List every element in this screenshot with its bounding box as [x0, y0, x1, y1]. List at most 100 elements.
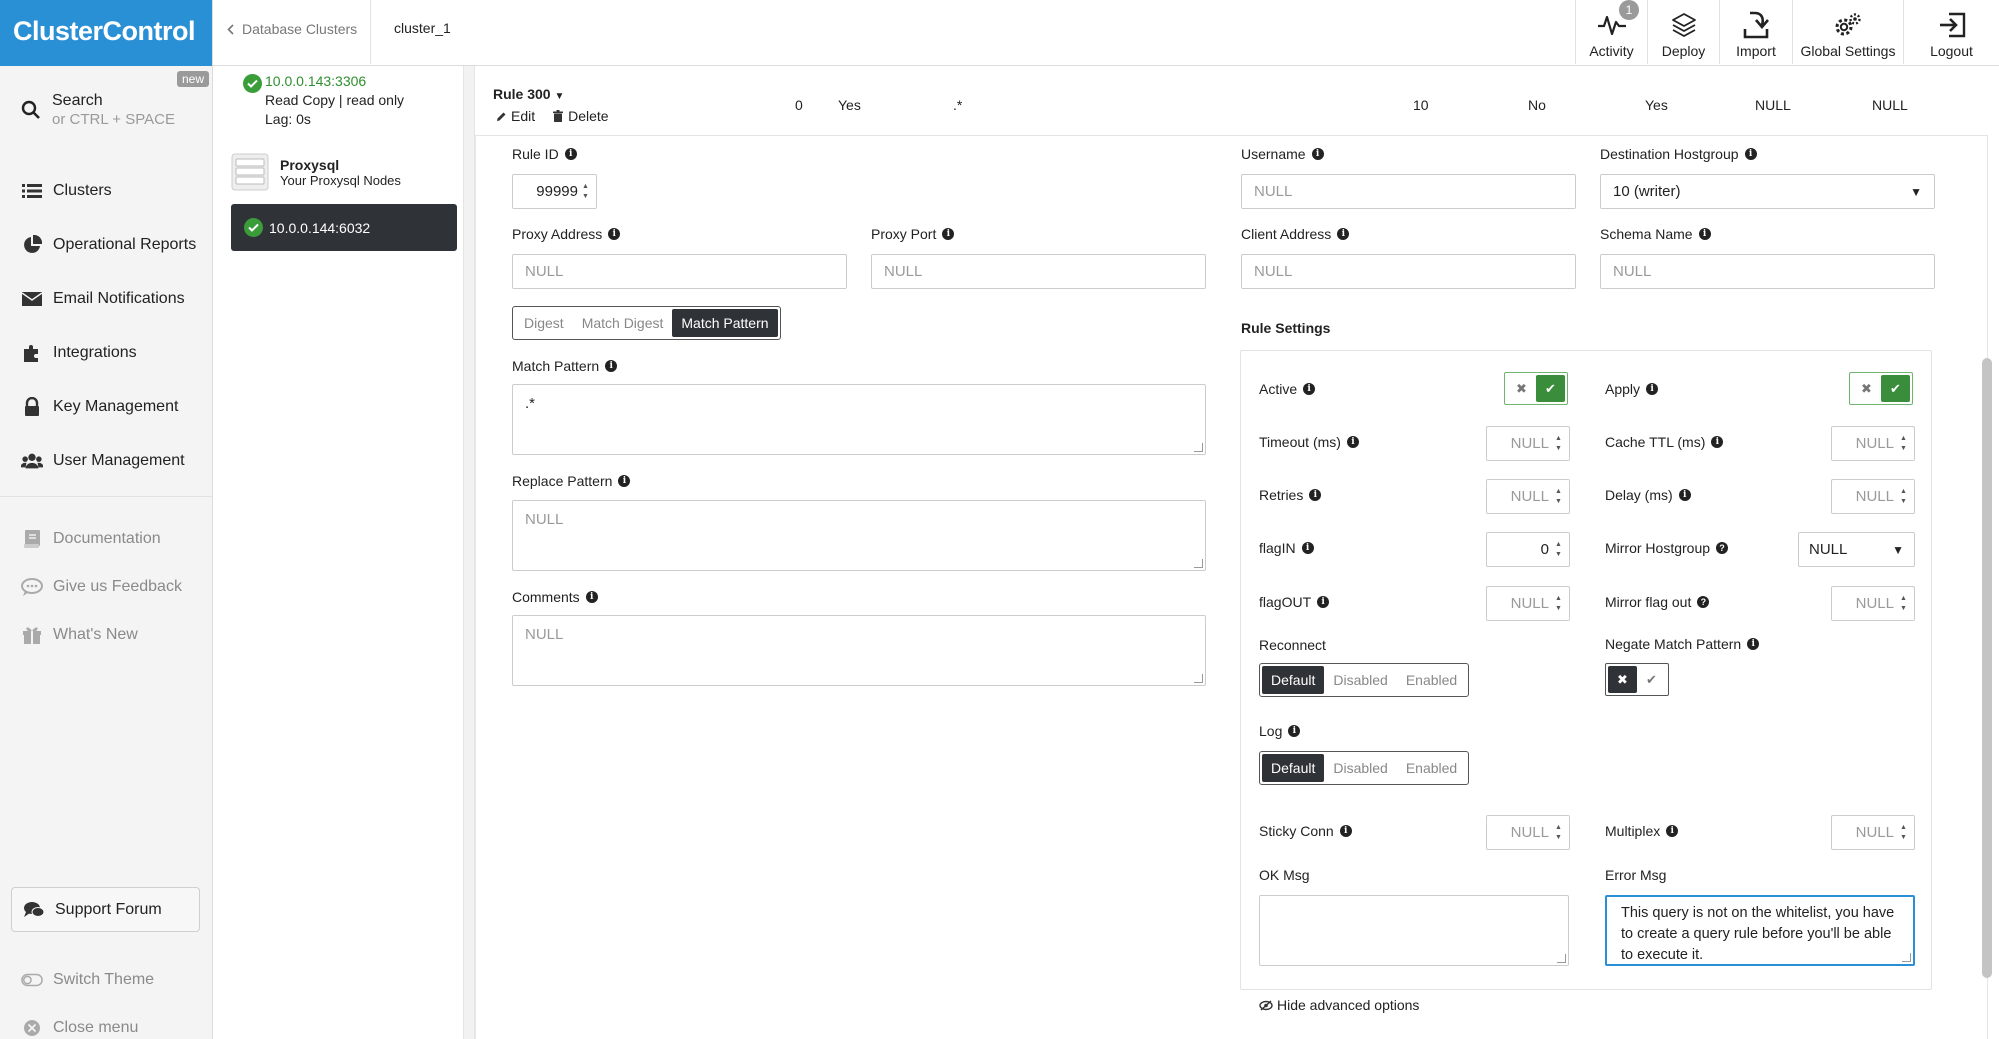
reconnect-disabled[interactable]: Disabled [1324, 666, 1396, 694]
cache-ttl-input[interactable]: NULL ▲ ▼ [1831, 426, 1915, 461]
book-icon [21, 528, 43, 550]
log-default[interactable]: Default [1262, 754, 1325, 782]
table-cell: NULL [1872, 97, 1908, 113]
active-toggle[interactable]: ✖ ✔ [1504, 372, 1568, 405]
info-icon: i [1678, 489, 1691, 501]
rule-title[interactable]: Rule 300 ▼ [493, 86, 564, 102]
comments-textarea[interactable]: NULL [512, 615, 1206, 686]
flag-in-input[interactable]: 0 ▲ ▼ [1486, 532, 1570, 567]
logout-icon [1938, 10, 1966, 40]
rule-id-label: Rule ID i [512, 146, 577, 162]
reconnect-default[interactable]: Default [1262, 666, 1325, 694]
mirror-flag-out-input[interactable]: NULL ▲ ▼ [1831, 586, 1915, 621]
match-mode-match-digest[interactable]: Match Digest [573, 309, 673, 337]
sidebar-item-key-management[interactable]: Key Management [21, 396, 178, 418]
negate-match-pattern-toggle[interactable]: ✖ ✔ [1605, 663, 1669, 696]
retries-label: Retries i [1259, 487, 1322, 503]
close-menu-button[interactable]: Close menu [21, 1017, 138, 1039]
match-mode-digest[interactable]: Digest [515, 309, 573, 337]
proxy-port-input[interactable]: NULL [871, 254, 1206, 289]
ok-msg-textarea[interactable] [1259, 895, 1569, 966]
apply-toggle[interactable]: ✖ ✔ [1849, 372, 1913, 405]
sidebar-item-operational-reports[interactable]: Operational Reports [21, 234, 196, 256]
node-item-db[interactable]: 10.0.0.143:3306 Read Copy | read only La… [243, 72, 404, 129]
error-msg-textarea[interactable]: This query is not on the whitelist, you … [1605, 895, 1915, 966]
import-label: Import [1736, 43, 1776, 59]
pencil-icon [496, 111, 507, 122]
switch-theme-toggle[interactable]: Switch Theme [21, 969, 154, 991]
username-input[interactable]: NULL [1241, 174, 1576, 209]
edit-button[interactable]: Edit [496, 108, 535, 124]
check-circle-icon [243, 74, 262, 93]
sidebar-item-clusters[interactable]: Clusters [21, 180, 112, 202]
match-mode-match-pattern[interactable]: Match Pattern [672, 309, 778, 337]
support-forum-label: Support Forum [55, 900, 162, 918]
rule-id-input[interactable]: 99999 ▲ ▼ [512, 174, 597, 209]
flag-out-input[interactable]: NULL ▲ ▼ [1486, 586, 1570, 621]
delete-button[interactable]: Delete [553, 108, 609, 124]
client-address-input[interactable]: NULL [1241, 254, 1576, 289]
comments-label: Comments i [512, 589, 598, 605]
node-lag: Lag: 0s [265, 111, 311, 127]
info-icon: i [585, 591, 598, 603]
log-selector[interactable]: Default Disabled Enabled [1259, 751, 1470, 785]
import-button[interactable]: Import [1719, 0, 1792, 64]
reconnect-enabled[interactable]: Enabled [1397, 666, 1466, 694]
destination-hostgroup-select[interactable]: 10 (writer) ▼ [1600, 174, 1935, 209]
deploy-button[interactable]: Deploy [1647, 0, 1719, 64]
timeout-input[interactable]: NULL ▲ ▼ [1486, 426, 1570, 461]
sidebar-item-integrations[interactable]: Integrations [21, 342, 137, 364]
support-forum-button[interactable]: Support Forum [11, 887, 200, 932]
log-label: Log i [1259, 723, 1301, 739]
sidebar-item-label: Clusters [53, 182, 112, 199]
layers-icon [1671, 10, 1697, 40]
hide-advanced-options-link[interactable]: Hide advanced options [1259, 997, 1419, 1013]
sidebar-item-label: Operational Reports [53, 236, 197, 253]
multiplex-input[interactable]: NULL ▲ ▼ [1831, 815, 1915, 850]
x-icon[interactable]: ✖ [1507, 375, 1536, 402]
table-cell: Yes [838, 97, 861, 113]
mirror-hostgroup-select[interactable]: NULL ▼ [1798, 532, 1915, 567]
breadcrumb[interactable]: Database Clusters [227, 0, 357, 58]
match-pattern-textarea[interactable]: .* [512, 384, 1206, 455]
retries-input[interactable]: NULL ▲ ▼ [1486, 479, 1570, 514]
delay-input[interactable]: NULL ▲ ▼ [1831, 479, 1915, 514]
sidebar-item-whats-new[interactable]: What's New [21, 624, 138, 646]
table-cell: .* [953, 97, 963, 113]
info-icon: i [618, 475, 631, 487]
table-row[interactable]: Rule 300 ▼ Edit Delete 0 Yes .* 10 No Ye… [475, 66, 1988, 136]
sidebar-item-user-management[interactable]: User Management [21, 450, 185, 472]
sidebar-item-feedback[interactable]: Give us Feedback [21, 576, 182, 598]
sticky-conn-input[interactable]: NULL ▲ ▼ [1486, 815, 1570, 850]
app-logo[interactable]: ClusterControl [0, 0, 212, 66]
check-icon[interactable]: ✔ [1536, 375, 1565, 402]
breadcrumb-parent[interactable]: Database Clusters [242, 21, 357, 37]
schema-name-input[interactable]: NULL [1600, 254, 1935, 289]
check-icon[interactable]: ✔ [1637, 666, 1666, 693]
check-icon[interactable]: ✔ [1881, 375, 1910, 402]
proxysql-group[interactable]: Proxysql Your Proxysql Nodes [230, 152, 401, 192]
x-icon[interactable]: ✖ [1852, 375, 1881, 402]
caret-down-icon: ▼ [1892, 542, 1904, 557]
log-disabled[interactable]: Disabled [1324, 754, 1396, 782]
node-item-proxysql-selected[interactable]: 10.0.0.144:6032 [231, 204, 457, 251]
replace-pattern-textarea[interactable]: NULL [512, 500, 1206, 571]
info-icon: i [942, 228, 955, 240]
sidebar-search[interactable]: Search or CTRL + SPACE [20, 91, 175, 128]
proxy-address-input[interactable]: NULL [512, 254, 847, 289]
info-icon: i [1666, 825, 1679, 837]
reconnect-selector[interactable]: Default Disabled Enabled [1259, 663, 1470, 697]
vertical-scrollbar[interactable] [1982, 358, 1992, 978]
panel-splitter[interactable] [463, 66, 475, 1039]
log-enabled[interactable]: Enabled [1397, 754, 1466, 782]
logout-button[interactable]: Logout [1903, 0, 1999, 64]
x-icon[interactable]: ✖ [1608, 666, 1637, 693]
sidebar-item-documentation[interactable]: Documentation [21, 528, 161, 550]
chat-icon [21, 576, 43, 598]
sidebar-item-label: Documentation [53, 530, 161, 547]
sidebar-item-email-notifications[interactable]: Email Notifications [21, 288, 185, 310]
match-mode-selector[interactable]: Digest Match Digest Match Pattern [512, 306, 781, 340]
info-icon: i [1646, 383, 1659, 395]
global-settings-button[interactable]: Global Settings [1792, 0, 1903, 64]
error-msg-label: Error Msg [1605, 867, 1667, 883]
